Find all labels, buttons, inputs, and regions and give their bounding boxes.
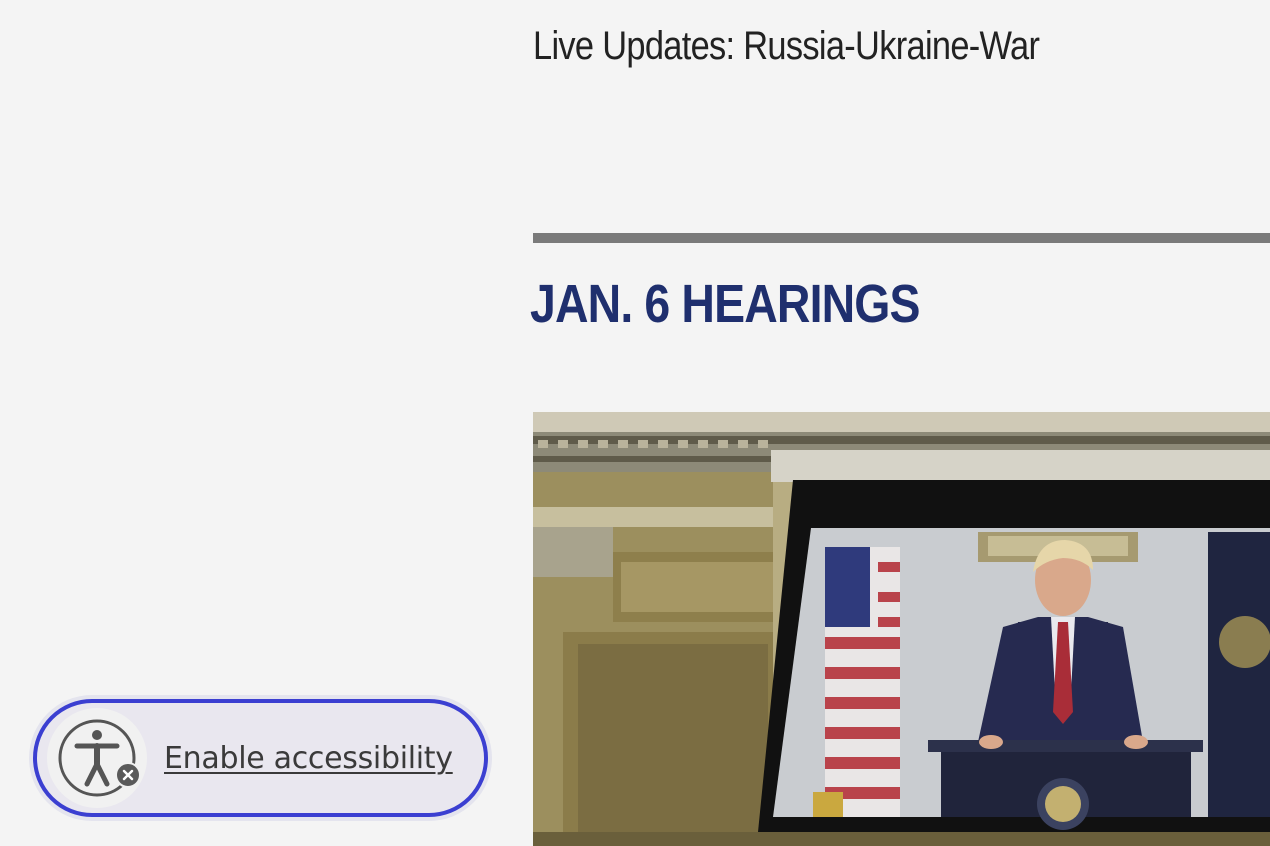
live-updates-link[interactable]: Live Updates: Russia-Ukraine-War — [533, 24, 1040, 69]
featured-image[interactable] — [533, 412, 1270, 846]
featured-image-illustration — [533, 412, 1270, 846]
accessibility-widget[interactable]: Enable accessibility — [33, 699, 488, 817]
page: Live Updates: Russia-Ukraine-War JAN. 6 … — [0, 0, 1270, 846]
enable-accessibility-link[interactable]: Enable accessibility — [164, 741, 453, 776]
close-icon[interactable] — [115, 762, 141, 788]
section-heading: JAN. 6 HEARINGS — [530, 274, 921, 334]
section-divider — [533, 233, 1270, 243]
accessibility-person-icon[interactable] — [47, 708, 147, 808]
